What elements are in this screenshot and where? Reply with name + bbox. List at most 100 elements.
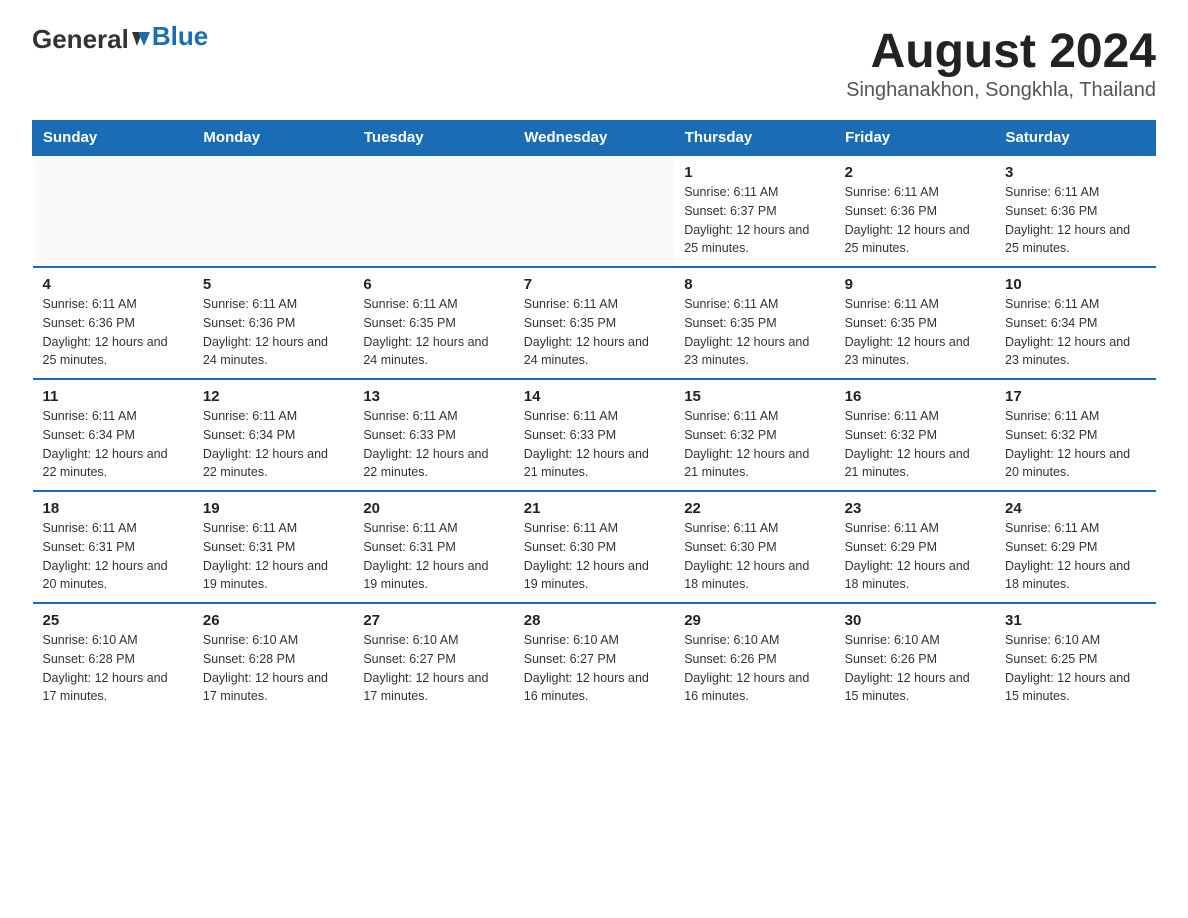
day-info: Sunrise: 6:11 AMSunset: 6:36 PMDaylight:… [43, 295, 183, 370]
day-number: 11 [43, 388, 183, 405]
day-cell: 13Sunrise: 6:11 AMSunset: 6:33 PMDayligh… [353, 379, 513, 491]
day-number: 24 [1005, 500, 1145, 517]
day-number: 19 [203, 500, 343, 517]
day-cell [514, 155, 674, 267]
week-row-5: 25Sunrise: 6:10 AMSunset: 6:28 PMDayligh… [33, 603, 1156, 714]
day-info: Sunrise: 6:11 AMSunset: 6:36 PMDaylight:… [203, 295, 343, 370]
day-cell: 14Sunrise: 6:11 AMSunset: 6:33 PMDayligh… [514, 379, 674, 491]
calendar-header-row: SundayMondayTuesdayWednesdayThursdayFrid… [33, 121, 1156, 156]
week-row-1: 1Sunrise: 6:11 AMSunset: 6:37 PMDaylight… [33, 155, 1156, 267]
logo-icon [130, 28, 152, 52]
day-number: 10 [1005, 276, 1145, 293]
day-info: Sunrise: 6:11 AMSunset: 6:33 PMDaylight:… [524, 407, 664, 482]
title-block: August 2024 Singhanakhon, Songkhla, Thai… [846, 24, 1156, 102]
day-cell: 20 Sunrise: 6:11 AMSunset: 6:31 PMDayligh… [353, 491, 513, 603]
header-saturday: Saturday [995, 121, 1155, 156]
day-cell: 15Sunrise: 6:11 AMSunset: 6:32 PMDayligh… [674, 379, 834, 491]
day-cell: 24 Sunrise: 6:11 AMSunset: 6:29 PMDayligh… [995, 491, 1155, 603]
day-info: Sunrise: 6:11 AMSunset: 6:34 PMDaylight:… [43, 407, 183, 482]
day-info: Sunrise: 6:11 AMSunset: 6:31 PMDaylight:… [43, 519, 183, 594]
day-cell: 12Sunrise: 6:11 AMSunset: 6:34 PMDayligh… [193, 379, 353, 491]
day-cell: 5 Sunrise: 6:11 AMSunset: 6:36 PMDaylight… [193, 267, 353, 379]
day-info: Sunrise: 6:11 AMSunset: 6:35 PMDaylight:… [363, 295, 503, 370]
day-number: 1 [684, 164, 824, 181]
day-number: 28 [524, 612, 664, 629]
day-number: 21 [524, 500, 664, 517]
day-cell: 18 Sunrise: 6:11 AMSunset: 6:31 PMDayligh… [33, 491, 193, 603]
day-cell: 4 Sunrise: 6:11 AMSunset: 6:36 PMDaylight… [33, 267, 193, 379]
day-number: 4 [43, 276, 183, 293]
day-cell: 28 Sunrise: 6:10 AMSunset: 6:27 PMDayligh… [514, 603, 674, 714]
day-number: 18 [43, 500, 183, 517]
day-cell: 11 Sunrise: 6:11 AMSunset: 6:34 PMDayligh… [33, 379, 193, 491]
page-title: August 2024 [846, 24, 1156, 79]
logo: General Blue [32, 24, 208, 55]
week-row-4: 18 Sunrise: 6:11 AMSunset: 6:31 PMDayligh… [33, 491, 1156, 603]
header-monday: Monday [193, 121, 353, 156]
header-friday: Friday [835, 121, 995, 156]
day-number: 2 [845, 164, 985, 181]
day-cell: 8Sunrise: 6:11 AMSunset: 6:35 PMDaylight… [674, 267, 834, 379]
day-cell: 17 Sunrise: 6:11 AMSunset: 6:32 PMDayligh… [995, 379, 1155, 491]
day-number: 7 [524, 276, 664, 293]
day-cell: 16 Sunrise: 6:11 AMSunset: 6:32 PMDayligh… [835, 379, 995, 491]
day-info: Sunrise: 6:11 AMSunset: 6:36 PMDaylight:… [845, 183, 985, 258]
day-number: 29 [684, 612, 824, 629]
day-number: 15 [684, 388, 824, 405]
day-number: 9 [845, 276, 985, 293]
day-info: Sunrise: 6:11 AMSunset: 6:31 PMDaylight:… [363, 519, 503, 594]
day-number: 26 [203, 612, 343, 629]
day-cell: 27 Sunrise: 6:10 AMSunset: 6:27 PMDayligh… [353, 603, 513, 714]
day-number: 23 [845, 500, 985, 517]
calendar-table: SundayMondayTuesdayWednesdayThursdayFrid… [32, 120, 1156, 714]
day-info: Sunrise: 6:10 AMSunset: 6:28 PMDaylight:… [203, 631, 343, 706]
day-cell: 9 Sunrise: 6:11 AMSunset: 6:35 PMDaylight… [835, 267, 995, 379]
day-cell: 1Sunrise: 6:11 AMSunset: 6:37 PMDaylight… [674, 155, 834, 267]
logo-blue-text: Blue [152, 21, 208, 52]
day-info: Sunrise: 6:11 AMSunset: 6:30 PMDaylight:… [684, 519, 824, 594]
day-cell [33, 155, 193, 267]
day-number: 31 [1005, 612, 1145, 629]
page-header: General Blue August 2024 Singhanakhon, S… [32, 24, 1156, 102]
header-sunday: Sunday [33, 121, 193, 156]
day-cell: 22 Sunrise: 6:11 AMSunset: 6:30 PMDayligh… [674, 491, 834, 603]
week-row-3: 11 Sunrise: 6:11 AMSunset: 6:34 PMDayligh… [33, 379, 1156, 491]
day-info: Sunrise: 6:10 AMSunset: 6:26 PMDaylight:… [845, 631, 985, 706]
week-row-2: 4 Sunrise: 6:11 AMSunset: 6:36 PMDaylight… [33, 267, 1156, 379]
day-info: Sunrise: 6:11 AMSunset: 6:30 PMDaylight:… [524, 519, 664, 594]
header-thursday: Thursday [674, 121, 834, 156]
day-cell: 26 Sunrise: 6:10 AMSunset: 6:28 PMDayligh… [193, 603, 353, 714]
day-number: 17 [1005, 388, 1145, 405]
day-info: Sunrise: 6:11 AMSunset: 6:32 PMDaylight:… [1005, 407, 1145, 482]
day-number: 3 [1005, 164, 1145, 181]
page-subtitle: Singhanakhon, Songkhla, Thailand [846, 79, 1156, 102]
day-cell: 23 Sunrise: 6:11 AMSunset: 6:29 PMDayligh… [835, 491, 995, 603]
day-number: 27 [363, 612, 503, 629]
header-wednesday: Wednesday [514, 121, 674, 156]
day-info: Sunrise: 6:11 AMSunset: 6:36 PMDaylight:… [1005, 183, 1145, 258]
day-number: 13 [363, 388, 503, 405]
day-number: 16 [845, 388, 985, 405]
day-cell: 19Sunrise: 6:11 AMSunset: 6:31 PMDayligh… [193, 491, 353, 603]
day-info: Sunrise: 6:11 AMSunset: 6:35 PMDaylight:… [524, 295, 664, 370]
day-info: Sunrise: 6:11 AMSunset: 6:35 PMDaylight:… [684, 295, 824, 370]
day-cell: 25Sunrise: 6:10 AMSunset: 6:28 PMDayligh… [33, 603, 193, 714]
day-cell: 10 Sunrise: 6:11 AMSunset: 6:34 PMDayligh… [995, 267, 1155, 379]
day-cell: 31 Sunrise: 6:10 AMSunset: 6:25 PMDayligh… [995, 603, 1155, 714]
day-number: 5 [203, 276, 343, 293]
day-number: 20 [363, 500, 503, 517]
day-info: Sunrise: 6:11 AMSunset: 6:34 PMDaylight:… [203, 407, 343, 482]
day-number: 22 [684, 500, 824, 517]
day-info: Sunrise: 6:11 AMSunset: 6:34 PMDaylight:… [1005, 295, 1145, 370]
day-info: Sunrise: 6:11 AMSunset: 6:35 PMDaylight:… [845, 295, 985, 370]
day-info: Sunrise: 6:11 AMSunset: 6:29 PMDaylight:… [1005, 519, 1145, 594]
day-cell: 3 Sunrise: 6:11 AMSunset: 6:36 PMDaylight… [995, 155, 1155, 267]
day-info: Sunrise: 6:10 AMSunset: 6:27 PMDaylight:… [524, 631, 664, 706]
day-info: Sunrise: 6:10 AMSunset: 6:25 PMDaylight:… [1005, 631, 1145, 706]
day-info: Sunrise: 6:11 AMSunset: 6:29 PMDaylight:… [845, 519, 985, 594]
day-number: 6 [363, 276, 503, 293]
day-info: Sunrise: 6:11 AMSunset: 6:32 PMDaylight:… [845, 407, 985, 482]
day-cell: 6 Sunrise: 6:11 AMSunset: 6:35 PMDaylight… [353, 267, 513, 379]
day-cell: 21 Sunrise: 6:11 AMSunset: 6:30 PMDayligh… [514, 491, 674, 603]
day-info: Sunrise: 6:10 AMSunset: 6:27 PMDaylight:… [363, 631, 503, 706]
